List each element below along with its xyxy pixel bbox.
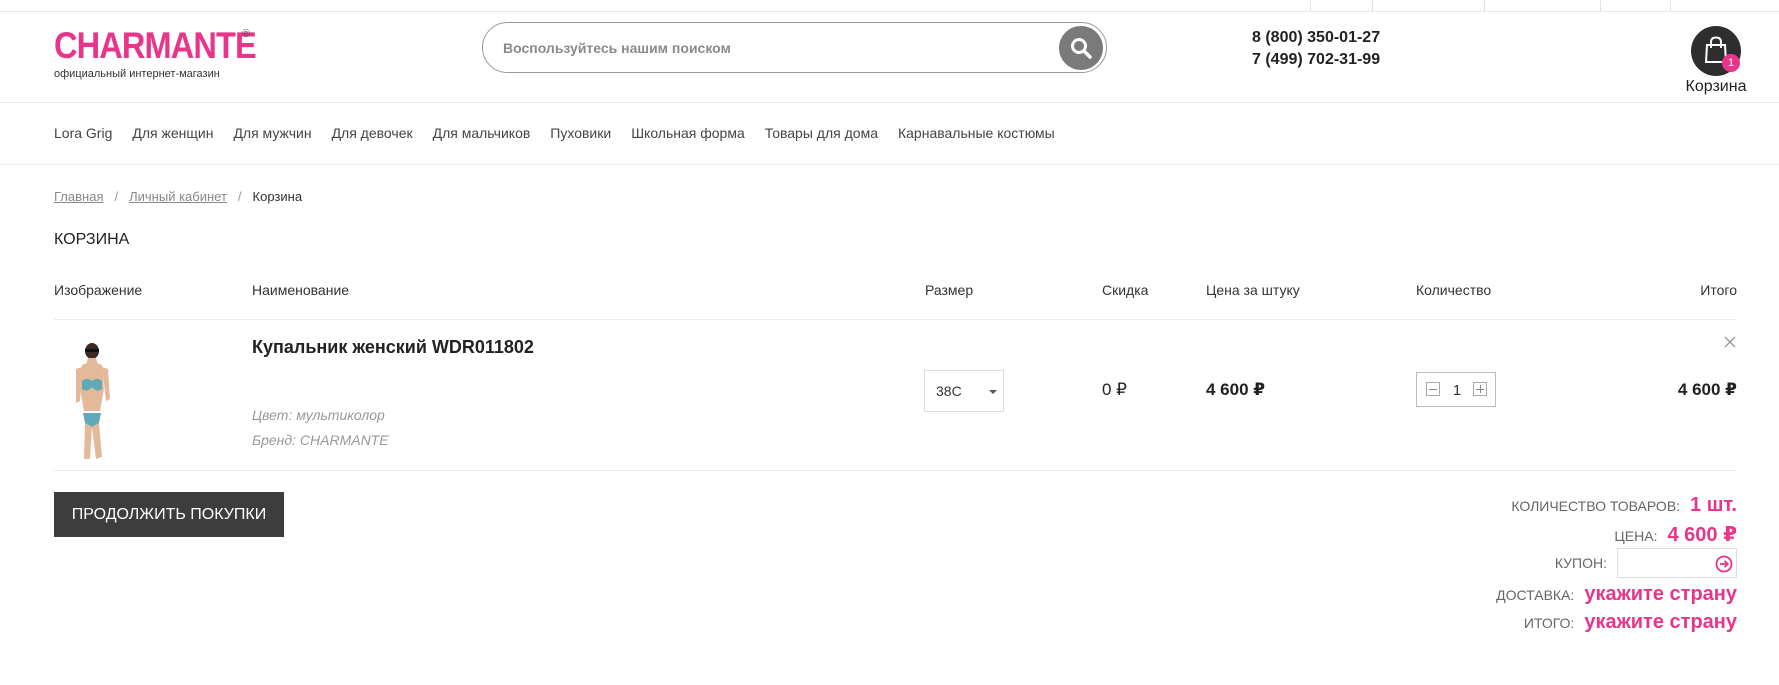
nav-item-down-jackets[interactable]: Пуховики — [550, 125, 611, 141]
summary-total-value: укажите страну — [1584, 611, 1737, 633]
top-bar-divider — [1372, 0, 1373, 11]
summary-delivery: Доставка: укажите страну — [1496, 583, 1737, 606]
contact-phones: 8 (800) 350-01-27 7 (499) 702-31-99 — [1252, 27, 1380, 71]
cart-icon-wrap: 1 — [1691, 26, 1741, 76]
quantity-stepper — [1416, 372, 1496, 407]
product-color: Цвет: мультиколор — [252, 407, 385, 423]
search-input[interactable] — [503, 37, 1023, 59]
item-discount: 0 ₽ — [1102, 380, 1127, 399]
breadcrumb: Главная / Личный кабинет / Корзина — [54, 189, 302, 204]
summary-item-count: Количество товаров: 1 шт. — [1511, 494, 1737, 517]
top-bar-divider — [1310, 0, 1311, 11]
size-select[interactable]: 38C — [924, 370, 1004, 412]
cart-table-header: Изображение Наименование Размер Скидка Ц… — [54, 282, 1737, 320]
plus-icon[interactable] — [1473, 382, 1487, 396]
search-button[interactable] — [1059, 26, 1103, 70]
column-header-discount: Скидка — [1102, 282, 1149, 298]
product-brand: Бренд: CHARMANTE — [252, 432, 389, 448]
summary-count-label: Количество товаров: — [1511, 498, 1681, 514]
summary-price: Цена: 4 600 ₽ — [1614, 522, 1737, 547]
size-selected-value: 38C — [936, 383, 962, 399]
logo-registered-mark: ® — [242, 28, 251, 40]
breadcrumb-separator: / — [114, 189, 119, 204]
summary-price-value: 4 600 ₽ — [1667, 524, 1737, 546]
summary-total-label: Итого: — [1523, 615, 1575, 631]
nav-item-boys[interactable]: Для мальчиков — [433, 125, 531, 141]
column-header-name: Наименование — [252, 282, 350, 298]
column-header-image: Изображение — [54, 282, 143, 298]
cart-label: Корзина — [1685, 78, 1747, 95]
logo-tagline: официальный интернет-магазин — [54, 68, 220, 80]
breadcrumb-separator: / — [237, 189, 242, 204]
breadcrumb-current: Корзина — [252, 189, 303, 204]
close-icon[interactable] — [1723, 335, 1737, 349]
logo-brand-name: CHARMANTE — [54, 25, 257, 66]
search-icon — [1071, 38, 1092, 59]
summary-delivery-value[interactable]: укажите страну — [1584, 583, 1737, 606]
phone-number[interactable]: 7 (499) 702-31-99 — [1252, 49, 1380, 71]
breadcrumb-account[interactable]: Личный кабинет — [129, 189, 227, 204]
item-unit-price: 4 600 ₽ — [1206, 380, 1266, 399]
top-bar-divider — [1670, 0, 1671, 11]
arrow-circle-right-icon[interactable] — [1715, 555, 1733, 573]
nav-item-carnival-costumes[interactable]: Карнавальные костюмы — [898, 125, 1055, 141]
coupon-input[interactable] — [1622, 554, 1712, 572]
chevron-down-icon — [989, 390, 997, 394]
page-title: КОРЗИНА — [54, 231, 130, 248]
nav-item-girls[interactable]: Для девочек — [332, 125, 413, 141]
nav-item-lora-grig[interactable]: Lora Grig — [54, 125, 112, 141]
cart-item-row: Купальник женский WDR011802 Цвет: мульти… — [54, 321, 1737, 471]
quantity-input[interactable] — [1443, 380, 1471, 400]
nav-item-men[interactable]: Для мужчин — [233, 125, 311, 141]
column-header-total: Итого — [1700, 282, 1737, 298]
continue-shopping-button[interactable]: Продолжить покупки — [54, 492, 284, 537]
item-total: 4 600 ₽ — [1677, 380, 1737, 399]
nav-item-school-uniform[interactable]: Школьная форма — [631, 125, 745, 141]
column-header-unit-price: Цена за штуку — [1206, 282, 1300, 298]
summary-total: Итого: укажите страну — [1524, 611, 1737, 634]
column-header-quantity: Количество — [1416, 282, 1492, 298]
cart-count-badge: 1 — [1722, 54, 1740, 72]
nav-item-women[interactable]: Для женщин — [132, 125, 213, 141]
top-bar-divider — [1600, 0, 1601, 11]
top-utility-bar — [0, 0, 1779, 12]
search-bar — [482, 22, 1107, 73]
summary-price-label: Цена: — [1614, 528, 1658, 544]
main-navigation: Lora Grig Для женщин Для мужчин Для дево… — [0, 104, 1779, 165]
breadcrumb-home[interactable]: Главная — [54, 189, 103, 204]
summary-coupon: Купон: — [1555, 548, 1737, 578]
column-header-size: Размер — [925, 282, 974, 298]
coupon-field — [1617, 548, 1737, 578]
site-header: CHARMANTE ® официальный интернет-магазин… — [0, 12, 1779, 103]
summary-delivery-label: Доставка: — [1496, 587, 1575, 603]
minus-icon[interactable] — [1426, 382, 1440, 396]
summary-count-value: 1 шт. — [1690, 494, 1737, 516]
product-name[interactable]: Купальник женский WDR011802 — [252, 337, 534, 358]
product-image[interactable] — [64, 341, 120, 461]
cart-link[interactable]: 1 Корзина — [1676, 26, 1756, 96]
site-logo[interactable]: CHARMANTE ® официальный интернет-магазин — [54, 25, 283, 81]
top-bar-divider — [1484, 0, 1485, 11]
summary-coupon-label: Купон: — [1554, 555, 1607, 571]
phone-number[interactable]: 8 (800) 350-01-27 — [1252, 27, 1380, 49]
nav-item-home-goods[interactable]: Товары для дома — [765, 125, 878, 141]
